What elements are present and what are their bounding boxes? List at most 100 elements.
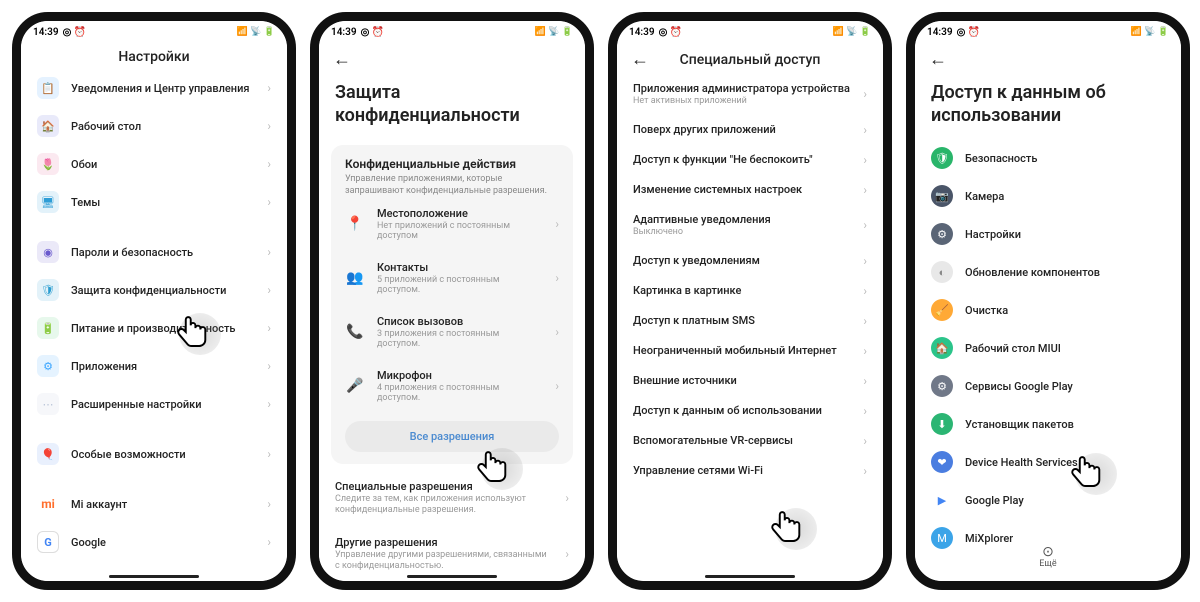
settings-item-g1-3[interactable]: 🖥 Темы › bbox=[21, 183, 287, 221]
page-title: Доступ к данным об использовании bbox=[915, 74, 1181, 139]
app-item-5[interactable]: 🏠 Рабочий стол MIUI bbox=[915, 329, 1181, 367]
home-indicator[interactable] bbox=[109, 575, 199, 578]
settings-item-g4-1[interactable]: G Google › bbox=[21, 523, 287, 561]
status-bar: 14:39◎ ⏰ 📶 📡 🔋 bbox=[915, 21, 1181, 43]
chevron-right-icon: › bbox=[565, 547, 569, 561]
home-indicator[interactable] bbox=[407, 575, 497, 578]
status-bar: 14:39◎ ⏰ 📶 📡 🔋 bbox=[21, 21, 287, 43]
chevron-right-icon: › bbox=[863, 183, 867, 197]
special-item-6[interactable]: Картинка в картинке › bbox=[617, 276, 883, 306]
all-permissions-button[interactable]: Все разрешения bbox=[345, 421, 559, 452]
cursor-hand bbox=[763, 508, 807, 552]
chevron-right-icon: › bbox=[863, 404, 867, 418]
back-icon[interactable]: ← bbox=[333, 49, 351, 70]
perm-0[interactable]: 📍 Местоположение Нет приложений с постоя… bbox=[345, 197, 559, 251]
chevron-right-icon: › bbox=[267, 195, 271, 209]
chevron-right-icon: › bbox=[863, 153, 867, 167]
chevron-right-icon: › bbox=[267, 359, 271, 373]
extra-item-1[interactable]: Другие разрешения Управление другими раз… bbox=[319, 526, 585, 581]
app-item-2[interactable]: ⚙ Настройки bbox=[915, 215, 1181, 253]
perm-icon: 📍 bbox=[345, 216, 365, 232]
home-indicator[interactable] bbox=[705, 575, 795, 578]
chevron-right-icon: › bbox=[267, 447, 271, 461]
page-title: Специальный доступ bbox=[659, 52, 841, 68]
chevron-right-icon: › bbox=[863, 314, 867, 328]
chevron-right-icon: › bbox=[863, 434, 867, 448]
chevron-right-icon: › bbox=[863, 218, 867, 232]
status-bar: 14:39◎ ⏰ 📶 📡 🔋 bbox=[617, 21, 883, 43]
privacy-card: Конфиденциальные действия Управление при… bbox=[331, 145, 573, 464]
chevron-right-icon: › bbox=[267, 283, 271, 297]
chevron-right-icon: › bbox=[267, 157, 271, 171]
settings-item-g2-1[interactable]: 🛡 Защита конфиденциальности › bbox=[21, 271, 287, 309]
perm-icon: 🎤 bbox=[345, 378, 365, 394]
chevron-right-icon: › bbox=[267, 535, 271, 549]
special-item-2[interactable]: Доступ к функции "Не беспокоить" › bbox=[617, 145, 883, 175]
special-item-12[interactable]: Управление сетями Wi-Fi › bbox=[617, 456, 883, 486]
extra-item-0[interactable]: Специальные разрешения Следите за тем, к… bbox=[319, 470, 585, 526]
settings-item-g4-0[interactable]: mi Mi аккаунт › bbox=[21, 485, 287, 523]
chevron-right-icon: › bbox=[267, 397, 271, 411]
back-icon[interactable]: ← bbox=[631, 49, 649, 70]
phone-settings: 14:39◎ ⏰ 📶 📡 🔋 Настройки 📋 Уведомления и… bbox=[12, 12, 296, 590]
special-item-3[interactable]: Изменение системных настроек › bbox=[617, 175, 883, 205]
chevron-right-icon: › bbox=[267, 497, 271, 511]
perm-icon: 👥 bbox=[345, 270, 365, 286]
phone-special-access: 14:39◎ ⏰ 📶 📡 🔋 ← Специальный доступ Прил… bbox=[608, 12, 892, 590]
settings-item-g2-0[interactable]: ◉ Пароли и безопасность › bbox=[21, 233, 287, 271]
settings-item-g1-1[interactable]: 🏠 Рабочий стол › bbox=[21, 107, 287, 145]
chevron-right-icon: › bbox=[267, 81, 271, 95]
chevron-right-icon: › bbox=[863, 254, 867, 268]
chevron-right-icon: › bbox=[267, 321, 271, 335]
special-item-10[interactable]: Доступ к данным об использовании › bbox=[617, 396, 883, 426]
header: ← bbox=[319, 43, 585, 74]
page-title-row: Настройки bbox=[21, 43, 287, 69]
app-item-6[interactable]: ⚙ Сервисы Google Play bbox=[915, 367, 1181, 405]
app-item-4[interactable]: 🧹 Очистка bbox=[915, 291, 1181, 329]
perm-3[interactable]: 🎤 Микрофон 4 приложения с постоянным дос… bbox=[345, 359, 559, 413]
chevron-right-icon: › bbox=[565, 491, 569, 505]
special-item-11[interactable]: Вспомогательные VR-сервисы › bbox=[617, 426, 883, 456]
perm-1[interactable]: 👥 Контакты 5 приложений с постоянным дос… bbox=[345, 251, 559, 305]
chevron-right-icon: › bbox=[863, 284, 867, 298]
page-title: Настройки bbox=[118, 49, 189, 65]
phone-privacy: 14:39◎ ⏰ 📶 📡 🔋 ← Защита конфиденциальнос… bbox=[310, 12, 594, 590]
phone-usage-access: 14:39◎ ⏰ 📶 📡 🔋 ← Доступ к данным об испо… bbox=[906, 12, 1190, 590]
chevron-right-icon: › bbox=[863, 374, 867, 388]
settings-item-g2-4[interactable]: ⋯ Расширенные настройки › bbox=[21, 385, 287, 423]
special-item-0[interactable]: Приложения администратора устройства Нет… bbox=[617, 74, 883, 115]
chevron-right-icon: › bbox=[555, 325, 559, 339]
app-item-8[interactable]: ❤ Device Health Services bbox=[915, 443, 1181, 481]
settings-item-g2-3[interactable]: ⚙ Приложения › bbox=[21, 347, 287, 385]
special-item-7[interactable]: Доступ к платным SMS › bbox=[617, 306, 883, 336]
special-item-9[interactable]: Внешние источники › bbox=[617, 366, 883, 396]
app-item-0[interactable]: 🛡 Безопасность bbox=[915, 139, 1181, 177]
app-item-9[interactable]: ▶ Google Play bbox=[915, 481, 1181, 519]
perm-icon: 📞 bbox=[345, 324, 365, 340]
settings-item-g1-2[interactable]: 🌷 Обои › bbox=[21, 145, 287, 183]
page-title: Защита конфиденциальности bbox=[319, 74, 585, 139]
perm-2[interactable]: 📞 Список вызовов 3 приложения с постоянн… bbox=[345, 305, 559, 359]
header: ← Специальный доступ bbox=[617, 43, 883, 74]
chevron-right-icon: › bbox=[863, 344, 867, 358]
app-item-7[interactable]: ⬇ Установщик пакетов bbox=[915, 405, 1181, 443]
special-item-4[interactable]: Адаптивные уведомления Выключено › bbox=[617, 205, 883, 246]
more-button[interactable]: ⊙ Ещё bbox=[915, 539, 1181, 575]
chevron-right-icon: › bbox=[555, 379, 559, 393]
chevron-right-icon: › bbox=[555, 217, 559, 231]
app-item-1[interactable]: 📷 Камера bbox=[915, 177, 1181, 215]
app-item-3[interactable]: ◐ Обновление компонентов bbox=[915, 253, 1181, 291]
chevron-right-icon: › bbox=[863, 87, 867, 101]
header: ← bbox=[915, 43, 1181, 74]
status-bar: 14:39◎ ⏰ 📶 📡 🔋 bbox=[319, 21, 585, 43]
settings-item-g1-0[interactable]: 📋 Уведомления и Центр управления › bbox=[21, 69, 287, 107]
chevron-right-icon: › bbox=[863, 464, 867, 478]
special-item-8[interactable]: Неограниченный мобильный Интернет › bbox=[617, 336, 883, 366]
special-item-1[interactable]: Поверх других приложений › bbox=[617, 115, 883, 145]
special-item-5[interactable]: Доступ к уведомлениям › bbox=[617, 246, 883, 276]
chevron-right-icon: › bbox=[267, 245, 271, 259]
chevron-right-icon: › bbox=[267, 119, 271, 133]
settings-item-g3-0[interactable]: 🎈 Особые возможности › bbox=[21, 435, 287, 473]
settings-item-g2-2[interactable]: 🔋 Питание и производительность › bbox=[21, 309, 287, 347]
back-icon[interactable]: ← bbox=[929, 49, 947, 70]
